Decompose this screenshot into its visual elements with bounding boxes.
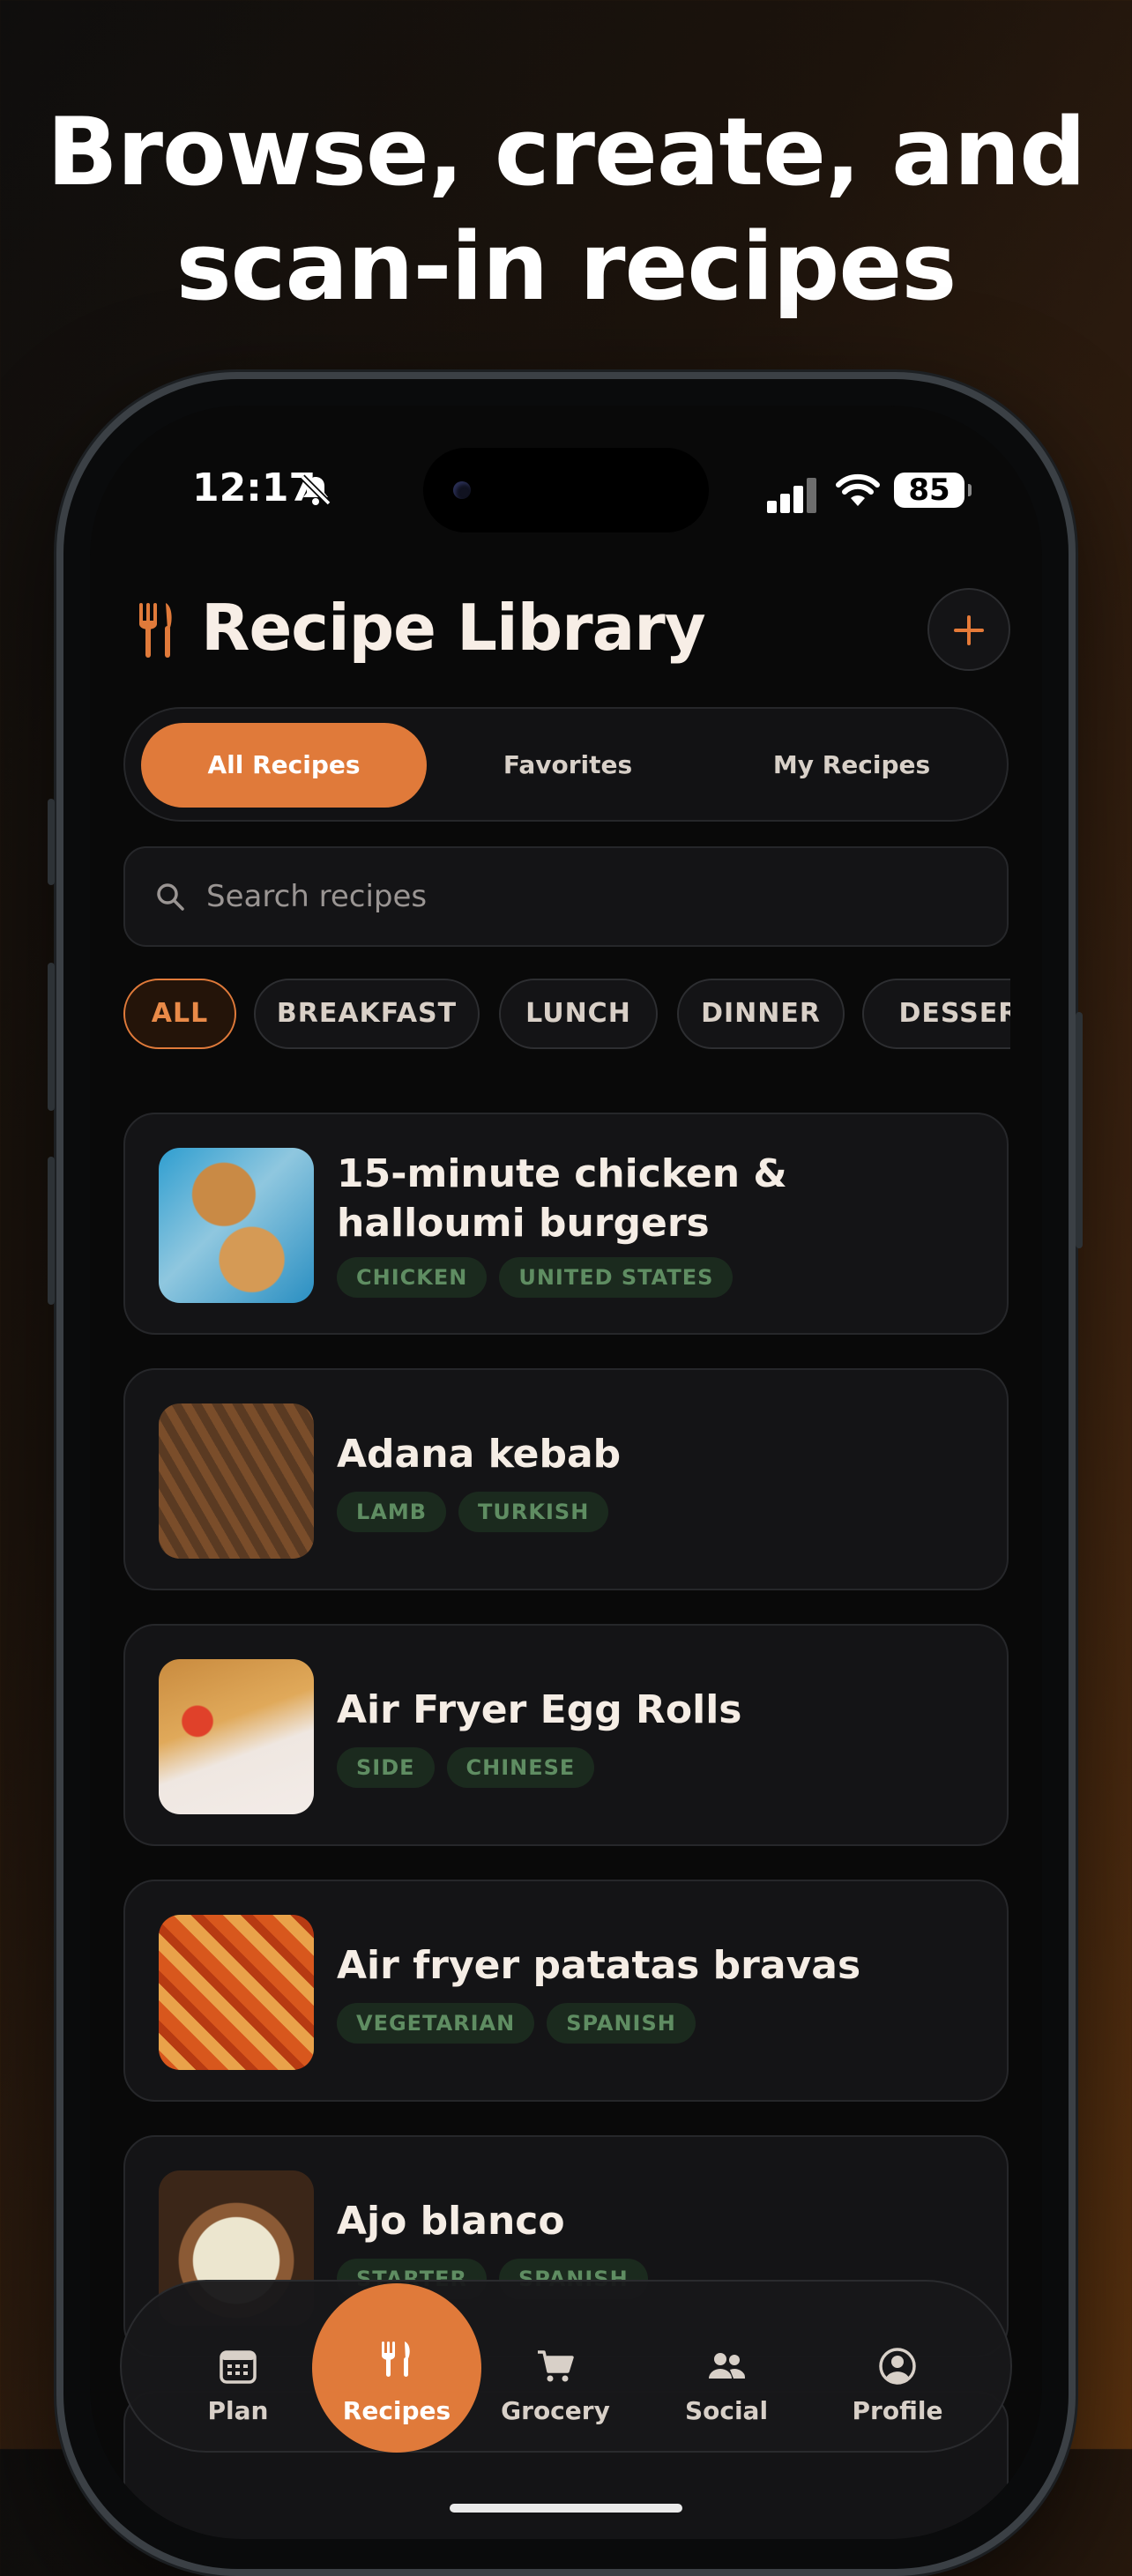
tab-grocery-label: Grocery bbox=[501, 2396, 610, 2425]
segment-my-recipes[interactable]: My Recipes bbox=[709, 723, 994, 808]
calendar-icon bbox=[220, 2350, 257, 2384]
recipe-card[interactable]: Air Fryer Egg Rolls SIDE CHINESE bbox=[123, 1624, 1009, 1846]
search-input[interactable] bbox=[205, 869, 984, 924]
fork-knife-icon bbox=[382, 2341, 410, 2377]
headline-line-1: Browse, create, and bbox=[46, 98, 1086, 206]
search-icon bbox=[157, 883, 184, 911]
tab-recipes[interactable]: Recipes bbox=[312, 2283, 481, 2453]
recipe-tag: CHICKEN bbox=[337, 1257, 488, 1298]
tab-plan-label: Plan bbox=[207, 2396, 269, 2425]
cart-icon bbox=[538, 2350, 574, 2382]
recipe-tags: CHICKEN UNITED STATES bbox=[337, 1257, 745, 1298]
recipe-tag: UNITED STATES bbox=[499, 1257, 734, 1298]
recipe-tags: LAMB TURKISH bbox=[337, 1492, 621, 1532]
recipe-card[interactable]: Adana kebab LAMB TURKISH bbox=[123, 1368, 1009, 1590]
front-camera bbox=[453, 481, 471, 499]
bottom-tab-bar: Plan Recipes Grocery Social Profile bbox=[120, 2280, 1012, 2453]
marketing-headline: Browse, create, and scan-in recipes bbox=[0, 95, 1132, 324]
action-button bbox=[48, 799, 55, 885]
chip-lunch[interactable]: LUNCH bbox=[499, 979, 658, 1049]
chip-dinner[interactable]: DINNER bbox=[677, 979, 845, 1049]
headline-line-2: scan-in recipes bbox=[175, 212, 957, 321]
segment-all-recipes[interactable]: All Recipes bbox=[141, 723, 427, 808]
recipe-title: Ajo blanco bbox=[337, 2199, 565, 2244]
recipe-card[interactable]: Air fryer patatas bravas VEGETARIAN SPANI… bbox=[123, 1880, 1009, 2102]
recipe-tag: TURKISH bbox=[458, 1492, 609, 1532]
tab-social-label: Social bbox=[684, 2396, 769, 2425]
fork-knife-icon bbox=[139, 603, 172, 658]
profile-icon bbox=[879, 2348, 916, 2385]
recipe-tag: LAMB bbox=[337, 1492, 447, 1532]
category-chips: ALL BREAKFAST LUNCH DINNER DESSERT bbox=[123, 979, 1010, 1053]
tab-plan[interactable]: Plan bbox=[168, 2299, 309, 2437]
recipe-tags: SIDE CHINESE bbox=[337, 1747, 607, 1788]
bell-slash-icon bbox=[300, 474, 331, 506]
wifi-icon bbox=[836, 473, 880, 506]
recipe-tag: CHINESE bbox=[446, 1747, 595, 1788]
tab-social[interactable]: Social bbox=[656, 2299, 797, 2437]
recipe-filter-segmented-control: All Recipes Favorites My Recipes bbox=[123, 707, 1009, 822]
recipe-thumbnail bbox=[159, 1915, 314, 2070]
recipe-card[interactable]: 15-minute chicken & halloumi burgers CHI… bbox=[123, 1113, 1009, 1335]
recipe-tag: SIDE bbox=[337, 1747, 435, 1788]
power-button bbox=[1076, 1012, 1083, 1248]
recipe-tag: VEGETARIAN bbox=[337, 2003, 535, 2044]
people-icon bbox=[709, 2353, 746, 2379]
add-recipe-button[interactable] bbox=[927, 588, 1010, 671]
recipe-tags: VEGETARIAN SPANISH bbox=[337, 2003, 708, 2044]
recipe-title: Air fryer patatas bravas bbox=[337, 1943, 861, 1988]
volume-up-button bbox=[48, 963, 55, 1111]
segment-favorites[interactable]: Favorites bbox=[425, 723, 711, 808]
cellular-signal-icon bbox=[767, 476, 818, 513]
dynamic-island bbox=[423, 448, 709, 532]
recipe-thumbnail bbox=[159, 1659, 314, 1814]
home-indicator bbox=[450, 2504, 682, 2513]
tab-recipes-label: Recipes bbox=[342, 2396, 451, 2425]
volume-down-button bbox=[48, 1157, 55, 1305]
tab-profile[interactable]: Profile bbox=[827, 2299, 968, 2437]
recipe-title: 15-minute chicken & halloumi burgers bbox=[337, 1151, 787, 1246]
page-title: Recipe Library bbox=[201, 591, 706, 665]
recipe-title: Adana kebab bbox=[337, 1432, 622, 1477]
tab-profile-label: Profile bbox=[852, 2396, 943, 2425]
chip-breakfast[interactable]: BREAKFAST bbox=[254, 979, 480, 1049]
chip-all[interactable]: ALL bbox=[123, 979, 236, 1049]
search-bar bbox=[123, 846, 1009, 947]
chip-dessert[interactable]: DESSERT bbox=[862, 979, 1010, 1049]
tab-grocery[interactable]: Grocery bbox=[485, 2299, 626, 2437]
recipe-tag: SPANISH bbox=[547, 2003, 696, 2044]
battery-indicator: 85 bbox=[894, 473, 972, 508]
phone-screen: 12:17 85 Recipe Library All Recipes Favo… bbox=[90, 406, 1042, 2539]
recipe-thumbnail bbox=[159, 1148, 314, 1303]
recipe-title: Air Fryer Egg Rolls bbox=[337, 1687, 742, 1732]
recipe-thumbnail bbox=[159, 1403, 314, 1559]
